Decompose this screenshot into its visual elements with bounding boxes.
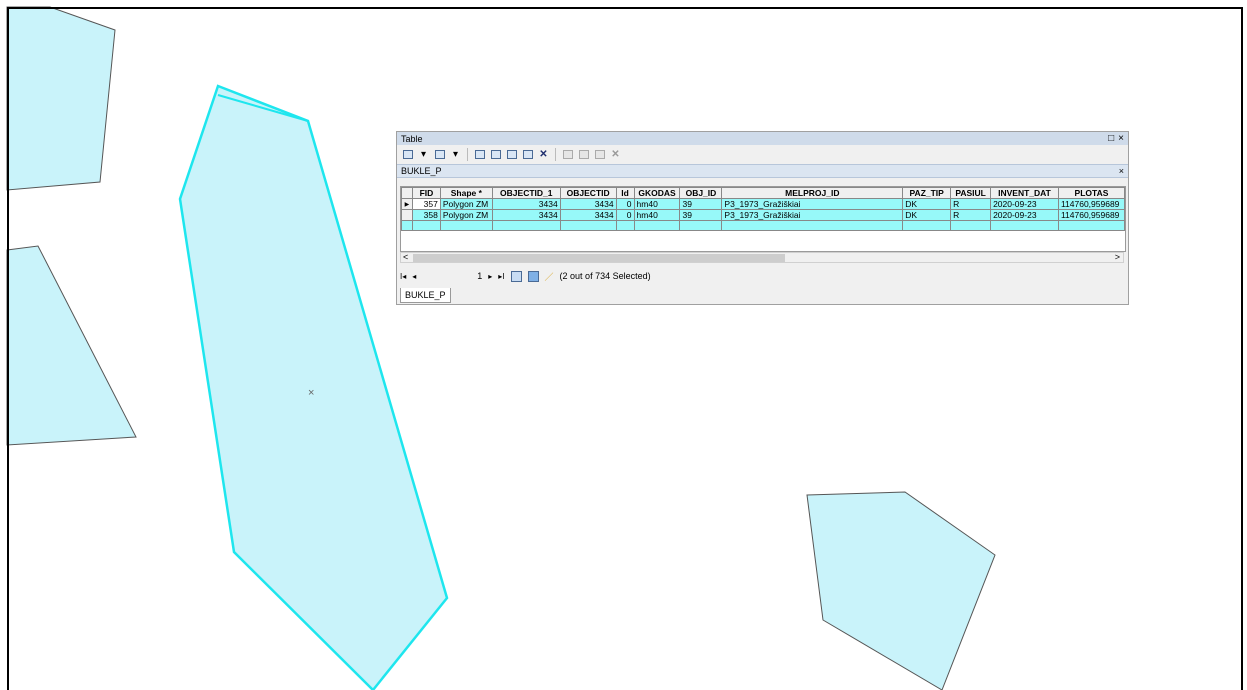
table-toolbar: ▾ ▾ ✕ ✕ xyxy=(397,145,1128,164)
delete-selected-icon[interactable]: ✕ xyxy=(537,148,550,161)
dropdown-arrow-icon[interactable]: ▾ xyxy=(417,148,430,161)
table-row[interactable] xyxy=(401,220,1125,231)
tab-close-button[interactable]: × xyxy=(1119,166,1124,176)
table-cell[interactable]: P3_1973_Gražiškiai xyxy=(721,198,904,210)
current-row-marker-icon[interactable]: ▶ xyxy=(401,198,413,210)
table-cell[interactable] xyxy=(491,220,561,231)
table-cell[interactable]: 357 xyxy=(411,198,441,210)
table-cell[interactable] xyxy=(679,220,723,231)
table-cell[interactable]: 3434 xyxy=(491,209,561,221)
pencil-icon: ／ xyxy=(544,271,554,282)
attribute-grid[interactable]: FID Shape * OBJECTID_1 OBJECTID Id GKODA… xyxy=(400,186,1126,252)
record-number-field[interactable]: 1 xyxy=(422,271,482,281)
column-header[interactable]: Id xyxy=(615,187,635,199)
delete-icon[interactable]: ✕ xyxy=(609,148,622,161)
table-cell[interactable]: 39 xyxy=(679,209,723,221)
table-row[interactable]: ▶ 357 Polygon ZM 3434 3434 0 hm40 39 P3_… xyxy=(401,198,1125,210)
scrollbar-thumb[interactable] xyxy=(413,254,785,262)
table-cell[interactable]: R xyxy=(950,209,992,221)
row-header[interactable] xyxy=(401,220,413,231)
table-cell[interactable] xyxy=(411,220,441,231)
scroll-right-button[interactable]: > xyxy=(1115,252,1120,262)
table-options-icon[interactable] xyxy=(401,148,414,161)
toolbar-separator xyxy=(555,148,556,161)
next-record-button[interactable]: ▸ xyxy=(488,272,492,281)
column-header[interactable]: MELPROJ_ID xyxy=(721,187,904,199)
table-cell[interactable]: hm40 xyxy=(633,198,681,210)
map-frame xyxy=(7,7,1243,690)
show-all-records-icon[interactable] xyxy=(510,270,522,282)
column-header[interactable]: FID xyxy=(411,187,441,199)
first-record-button[interactable]: I◂ xyxy=(400,272,406,281)
table-window[interactable]: Table □ × ▾ ▾ ✕ ✕ BUKLE_P × FID Shape * … xyxy=(396,131,1129,305)
column-header[interactable]: PAZ_TIP xyxy=(902,187,952,199)
table-cell[interactable]: 39 xyxy=(679,198,723,210)
table-cell[interactable] xyxy=(990,220,1059,231)
table-cell[interactable]: 3434 xyxy=(559,209,617,221)
table-cell[interactable]: 114760,959689 xyxy=(1057,198,1125,210)
table-cell[interactable]: 3434 xyxy=(559,198,617,210)
column-header[interactable]: OBJECTID xyxy=(559,187,617,199)
column-header[interactable]: OBJECTID_1 xyxy=(491,187,561,199)
table-cell[interactable] xyxy=(615,220,635,231)
table-tab-title: BUKLE_P xyxy=(401,166,442,176)
dropdown-arrow-icon[interactable]: ▾ xyxy=(449,148,462,161)
table-tab-header: BUKLE_P × xyxy=(397,164,1128,178)
table-cell[interactable]: P3_1973_Gražiškiai xyxy=(721,209,904,221)
related-tables-icon[interactable] xyxy=(433,148,446,161)
table-cell[interactable]: 0 xyxy=(615,198,635,210)
copy-icon[interactable] xyxy=(561,148,574,161)
column-header[interactable]: GKODAS xyxy=(633,187,681,199)
zoom-to-selected-icon[interactable] xyxy=(521,148,534,161)
table-cell[interactable]: 3434 xyxy=(491,198,561,210)
table-header-row: FID Shape * OBJECTID_1 OBJECTID Id GKODA… xyxy=(401,187,1125,199)
column-header[interactable]: Shape * xyxy=(439,187,493,199)
column-header[interactable]: OBJ_ID xyxy=(679,187,723,199)
close-button[interactable]: × xyxy=(1118,133,1124,144)
table-cell[interactable] xyxy=(439,220,493,231)
table-cell[interactable]: 2020-09-23 xyxy=(990,209,1059,221)
column-header[interactable]: PASIUL xyxy=(950,187,992,199)
last-record-button[interactable]: ▸I xyxy=(498,272,504,281)
table-cell[interactable] xyxy=(721,220,904,231)
attribute-table: FID Shape * OBJECTID_1 OBJECTID Id GKODA… xyxy=(401,187,1125,231)
selection-count: (2 out of 734 Selected) xyxy=(559,271,651,281)
table-cell[interactable] xyxy=(633,220,681,231)
table-tab[interactable]: BUKLE_P xyxy=(400,288,451,303)
table-cell[interactable]: hm40 xyxy=(633,209,681,221)
table-window-titlebar[interactable]: Table □ × xyxy=(397,132,1128,145)
table-cell[interactable]: DK xyxy=(902,198,952,210)
clear-selection-icon[interactable] xyxy=(505,148,518,161)
table-cell[interactable]: DK xyxy=(902,209,952,221)
previous-record-button[interactable]: ◂ xyxy=(412,272,416,281)
table-cell[interactable] xyxy=(950,220,992,231)
paste-icon[interactable] xyxy=(577,148,590,161)
table-cell[interactable] xyxy=(559,220,617,231)
row-header-corner xyxy=(401,187,413,199)
table-cell[interactable]: Polygon ZM xyxy=(439,198,493,210)
column-header[interactable]: INVENT_DAT xyxy=(990,187,1059,199)
table-cell[interactable] xyxy=(902,220,952,231)
select-by-attributes-icon[interactable] xyxy=(473,148,486,161)
restore-icon[interactable]: □ xyxy=(1108,133,1114,144)
record-navigation: I◂ ◂ 1 ▸ ▸I ／ (2 out of 734 Selected) xyxy=(400,268,651,284)
switch-selection-icon[interactable] xyxy=(489,148,502,161)
table-cell[interactable]: R xyxy=(950,198,992,210)
table-cell[interactable]: Polygon ZM xyxy=(439,209,493,221)
toolbar-separator xyxy=(467,148,468,161)
show-selected-records-icon[interactable] xyxy=(527,270,539,282)
table-cell[interactable]: 2020-09-23 xyxy=(990,198,1059,210)
table-window-title: Table xyxy=(401,133,423,144)
row-header[interactable] xyxy=(401,209,413,221)
crosshair-icon: × xyxy=(308,387,315,399)
column-header[interactable]: PLOTAS xyxy=(1057,187,1125,199)
table-cell[interactable]: 0 xyxy=(615,209,635,221)
table-row[interactable]: 358 Polygon ZM 3434 3434 0 hm40 39 P3_19… xyxy=(401,209,1125,221)
zoom-icon[interactable] xyxy=(593,148,606,161)
table-cell[interactable]: 358 xyxy=(411,209,441,221)
horizontal-scrollbar[interactable]: < > xyxy=(400,252,1124,263)
table-cell[interactable] xyxy=(1057,220,1125,231)
table-cell[interactable]: 114760,959689 xyxy=(1057,209,1125,221)
scroll-left-button[interactable]: < xyxy=(403,252,408,262)
